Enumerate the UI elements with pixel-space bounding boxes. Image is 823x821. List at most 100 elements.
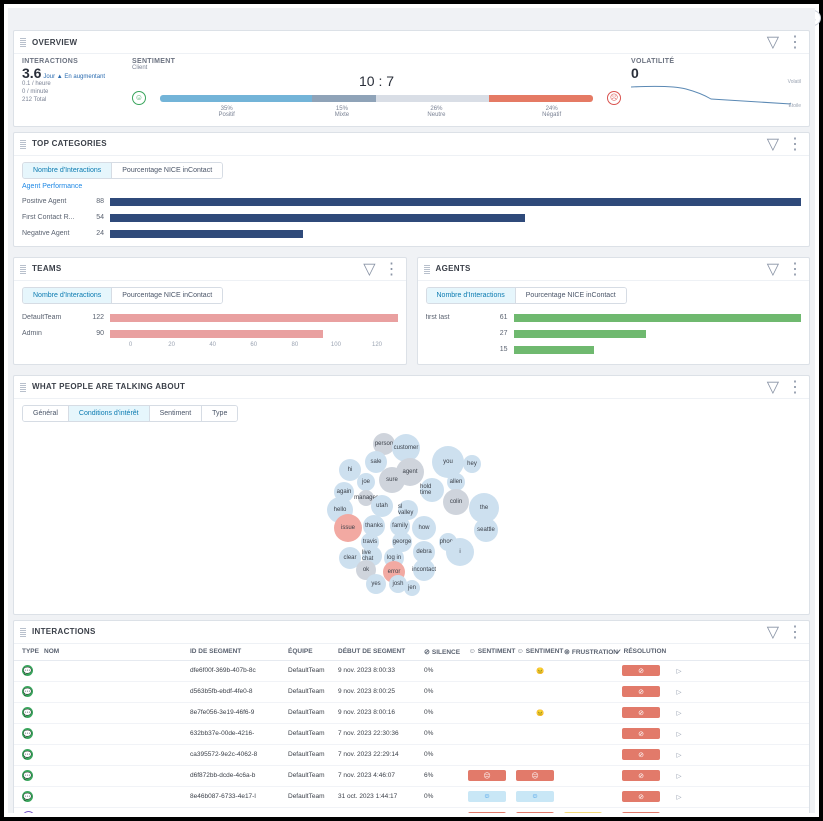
sentiment-bar	[160, 95, 593, 102]
topcat-subfilter[interactable]: Agent Performance	[22, 183, 801, 190]
sentiment-neutral: 😐	[536, 710, 544, 717]
filter-icon[interactable]: ▽	[767, 377, 779, 397]
agents-title: AGENTS	[436, 264, 471, 273]
resolution-fail: ⊘	[622, 707, 660, 718]
bubble-utah[interactable]: utah	[371, 495, 393, 517]
bubble-seattle[interactable]: seattle	[474, 518, 498, 542]
interactions-label: INTERACTIONS	[22, 58, 112, 65]
resolution-fail: ⊘	[622, 749, 660, 760]
play-icon[interactable]: ▷	[677, 668, 682, 675]
bubble-chart: personcustomersaleagentyouheyhijoesureag…	[14, 424, 809, 614]
sentiment-icon: ☺	[469, 648, 476, 655]
interactions-detail: 0.1 / heure	[22, 81, 112, 89]
resolution-fail: ⊘	[622, 728, 660, 739]
bubble-i[interactable]: i	[446, 538, 474, 566]
tab-général[interactable]: Général	[23, 406, 68, 421]
play-icon[interactable]: ▷	[677, 773, 682, 780]
sentiment-label: SENTIMENT	[132, 58, 621, 65]
filter-icon[interactable]: ▽	[767, 134, 779, 154]
more-icon[interactable]: ⋮	[787, 259, 803, 279]
tab-sentiment[interactable]: Sentiment	[149, 406, 202, 421]
teams-title: TEAMS	[32, 264, 62, 273]
filter-icon[interactable]: ▽	[363, 259, 375, 279]
bar-row[interactable]: Admin90	[14, 326, 406, 342]
table-row[interactable]: 💬ca395572-9e2c-4062-8DefaultTeam7 nov. 2…	[14, 745, 809, 766]
chat-icon: 💬	[22, 791, 33, 802]
bubble-hey[interactable]: hey	[463, 455, 481, 473]
more-icon[interactable]: ⋮	[787, 134, 803, 154]
bubble-sure[interactable]: sure	[379, 467, 405, 493]
volatility-label: VOLATILITÉ	[631, 58, 801, 65]
more-icon[interactable]: ⋮	[787, 32, 803, 52]
bubble-hold time[interactable]: hold time	[420, 478, 444, 502]
bubble-issue[interactable]: issue	[334, 514, 362, 542]
frustration-med: ⊚	[564, 812, 602, 813]
table-row[interactable]: 💬d563b5fb-ebdf-4fe0-8DefaultTeam9 nov. 2…	[14, 682, 809, 703]
play-icon[interactable]: ▷	[677, 752, 682, 759]
more-icon[interactable]: ⋮	[787, 622, 803, 642]
filter-icon[interactable]: ▽	[767, 259, 779, 279]
filter-icon[interactable]: ▽	[767, 622, 779, 642]
chat-icon: 💬	[22, 707, 33, 718]
sentiment-neg: ☹	[468, 812, 506, 813]
topcat-tabs: Nombre d'Interactions Pourcentage NICE i…	[22, 162, 223, 179]
bubble-how[interactable]: how	[412, 516, 436, 540]
sentiment-pos: ☺	[516, 791, 554, 802]
resolution-fail: ⊘	[622, 686, 660, 697]
tab-interactions[interactable]: Nombre d'Interactions	[427, 288, 515, 303]
smile-icon: ☺	[132, 91, 146, 105]
bar-row[interactable]: 27	[418, 326, 810, 342]
chat-icon: 💬	[22, 665, 33, 676]
table-row[interactable]: 💬dfe6f00f-369b-407b-8cDefaultTeam9 nov. …	[14, 661, 809, 682]
talking-title: WHAT PEOPLE ARE TALKING ABOUT	[32, 382, 185, 391]
tab-percentage[interactable]: Pourcentage NICE inContact	[515, 288, 626, 303]
table-row[interactable]: 💬d6f872bb-dcde-4c6a-bDefaultTeam7 nov. 2…	[14, 766, 809, 787]
sentiment-pos: ☺	[468, 791, 506, 802]
bar-row[interactable]: DefaultTeam122	[14, 310, 406, 326]
bubble-incontact[interactable]: incontact	[413, 559, 435, 581]
tab-percentage[interactable]: Pourcentage NICE inContact	[111, 163, 222, 178]
bar-row[interactable]: 15	[418, 342, 810, 358]
table-row[interactable]: 💬632bb37e-00de-4216-DefaultTeam7 nov. 20…	[14, 724, 809, 745]
sentiment-icon: ☺	[517, 648, 524, 655]
bubble-yes[interactable]: yes	[366, 574, 386, 594]
sentiment-ratio: 10 : 7	[132, 73, 621, 89]
table-header: TYPE NOM ID DE SEGMENT ÉQUIPE DÉBUT DE S…	[14, 644, 809, 661]
tab-conditions d'intérêt[interactable]: Conditions d'intérêt	[68, 406, 149, 421]
play-icon[interactable]: ▷	[677, 710, 682, 717]
table-row[interactable]: 💬8e7fe056-3e19-46f6-9DefaultTeam9 nov. 2…	[14, 703, 809, 724]
play-icon[interactable]: ▷	[677, 689, 682, 696]
volatility-spark: Volatil Étoile	[631, 81, 801, 107]
bar-row[interactable]: Positive Agent88	[14, 194, 809, 210]
chat-icon: 💬	[22, 749, 33, 760]
play-icon[interactable]: ▷	[677, 794, 682, 801]
more-icon[interactable]: ⋮	[384, 259, 400, 279]
bar-row[interactable]: Negative Agent24	[14, 226, 809, 242]
tab-interactions[interactable]: Nombre d'Interactions	[23, 163, 111, 178]
bubble-jen[interactable]: jen	[404, 580, 420, 596]
interactions-value: 3.6	[22, 65, 41, 81]
overview-title: OVERVIEW	[32, 38, 77, 47]
sentiment-neg: ☹	[468, 770, 506, 781]
filter-icon[interactable]: ▽	[767, 32, 779, 52]
sentiment-neg: ☹	[516, 812, 554, 813]
chat-icon: 💬	[22, 770, 33, 781]
tab-percentage[interactable]: Pourcentage NICE inContact	[111, 288, 222, 303]
bubble-colin[interactable]: colin	[443, 489, 469, 515]
tab-type[interactable]: Type	[201, 406, 237, 421]
tab-interactions[interactable]: Nombre d'Interactions	[23, 288, 111, 303]
resolution-fail: ⊘	[622, 665, 660, 676]
more-icon[interactable]: ⋮	[787, 377, 803, 397]
bar-row[interactable]: first last61	[418, 310, 810, 326]
sentiment-neutral: 😐	[536, 668, 544, 675]
chat-icon: 💬	[22, 728, 33, 739]
resolution-fail: ⊘	[622, 791, 660, 802]
bar-row[interactable]: First Contact R...54	[14, 210, 809, 226]
table-row[interactable]: ✆e3c07da0-ba5e-453a-lDefaultTeam16 oct. …	[14, 808, 809, 813]
volatility-value: 0	[631, 65, 801, 81]
bubble-joe[interactable]: joe	[357, 473, 375, 491]
table-row[interactable]: 💬8e46b087-6733-4e17-lDefaultTeam31 oct. …	[14, 787, 809, 808]
play-icon[interactable]: ▷	[677, 731, 682, 738]
chat-icon: 💬	[22, 686, 33, 697]
frown-icon: ☹	[607, 91, 621, 105]
